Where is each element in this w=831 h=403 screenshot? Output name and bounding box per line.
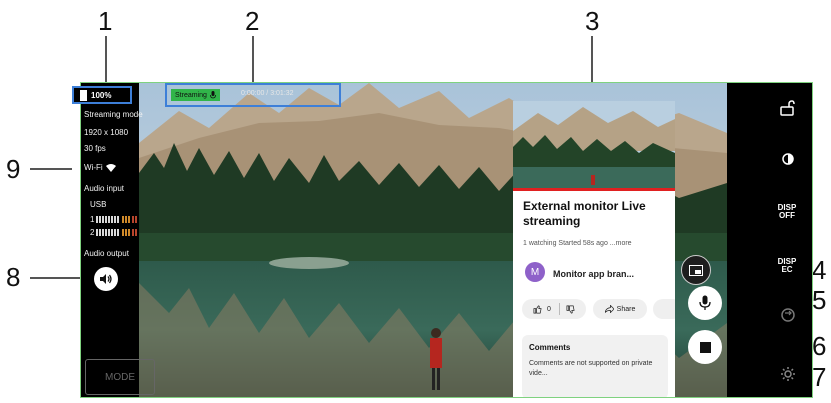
comments-title: Comments xyxy=(529,343,571,352)
streaming-badge: Streaming xyxy=(171,89,220,101)
callout-5: 5 xyxy=(812,285,827,315)
callout-line-1 xyxy=(105,36,107,85)
disp-off-button[interactable]: DISP OFF xyxy=(776,204,798,220)
comments-section: Comments Comments are not supported on p… xyxy=(522,335,668,397)
stream-time-info: 0:00:00 / 3:01:32 xyxy=(241,90,294,97)
callout-line-2 xyxy=(252,36,254,83)
switch-camera-icon[interactable] xyxy=(780,307,796,323)
callout-7: 7 xyxy=(812,362,827,392)
microphone-icon xyxy=(699,295,711,310)
live-stream-preview-card: External monitor Live streaming 1 watchi… xyxy=(513,101,675,397)
mode-button[interactable]: MODE xyxy=(85,359,155,395)
streaming-label: Streaming xyxy=(175,91,207,99)
wifi-label: Wi-Fi xyxy=(84,163,103,172)
callout-1: 1 xyxy=(98,6,113,36)
channel-avatar[interactable]: M xyxy=(525,262,545,282)
wifi-icon xyxy=(105,163,116,172)
picture-in-picture-button[interactable] xyxy=(681,255,711,285)
share-label: Share xyxy=(616,305,636,313)
stream-meta[interactable]: 1 watching Started 58s ago ...more xyxy=(523,240,632,247)
level-meter-1 xyxy=(96,216,138,223)
disp-ec-button[interactable]: DISP EC xyxy=(776,258,798,274)
callout-4: 4 xyxy=(812,255,827,285)
battery-level: 100% xyxy=(91,90,112,100)
left-info-panel: Streaming mode 1920 x 1080 30 fps Wi-Fi … xyxy=(81,83,143,397)
stream-thumbnail[interactable] xyxy=(513,101,675,191)
more-actions-pill[interactable] xyxy=(653,299,675,319)
audio-output-label: Audio output xyxy=(84,249,129,258)
comments-text: Comments are not supported on private vi… xyxy=(529,360,653,377)
unlock-icon[interactable] xyxy=(779,100,795,116)
stream-title: External monitor Live streaming xyxy=(523,199,646,228)
settings-gear-icon[interactable] xyxy=(780,366,796,382)
like-count: 0 xyxy=(547,305,551,313)
channel-name[interactable]: Monitor app bran... xyxy=(553,269,634,279)
brightness-icon[interactable] xyxy=(781,152,795,166)
channel-1-label: 1 xyxy=(90,215,95,224)
battery-indicator: 100% xyxy=(72,86,132,104)
share-icon xyxy=(604,305,614,313)
stop-icon xyxy=(699,341,711,353)
speaker-icon xyxy=(100,274,112,284)
thumbs-up-icon xyxy=(533,305,542,313)
thumbs-down-icon xyxy=(566,305,575,313)
picture-in-picture-icon xyxy=(689,264,703,276)
streaming-mode-label: Streaming mode xyxy=(84,110,143,119)
level-meter-2 xyxy=(96,229,138,236)
stop-stream-button[interactable] xyxy=(688,330,722,364)
fps-label: 30 fps xyxy=(84,144,106,153)
audio-input-label: Audio input xyxy=(84,184,125,193)
mic-small-icon xyxy=(210,91,216,99)
share-button[interactable]: Share xyxy=(593,299,647,319)
like-dislike-pill[interactable]: 0 xyxy=(522,299,586,319)
phone-screen: Streaming mode 1920 x 1080 30 fps Wi-Fi … xyxy=(80,82,813,398)
streaming-status: Streaming 0:00:00 / 3:01:32 xyxy=(165,83,341,107)
battery-icon xyxy=(80,89,87,101)
callout-line-9 xyxy=(30,168,72,170)
resolution-label: 1920 x 1080 xyxy=(84,128,129,137)
audio-meter-2: 2 xyxy=(90,228,140,237)
mic-mute-button[interactable] xyxy=(688,286,722,320)
disp-off-line-2: OFF xyxy=(779,211,795,220)
channel-2-label: 2 xyxy=(90,228,95,237)
callout-8: 8 xyxy=(6,262,21,292)
audio-meter-1: 1 xyxy=(90,215,140,224)
callout-6: 6 xyxy=(812,331,827,361)
callout-3: 3 xyxy=(585,6,600,36)
callout-9: 9 xyxy=(6,154,21,184)
audio-output-button[interactable] xyxy=(94,267,118,291)
right-dark-strip xyxy=(750,83,812,397)
callout-2: 2 xyxy=(245,6,260,36)
wifi-status: Wi-Fi xyxy=(84,163,116,172)
audio-input-value: USB xyxy=(90,200,107,209)
disp-ec-line-2: EC xyxy=(781,265,793,274)
